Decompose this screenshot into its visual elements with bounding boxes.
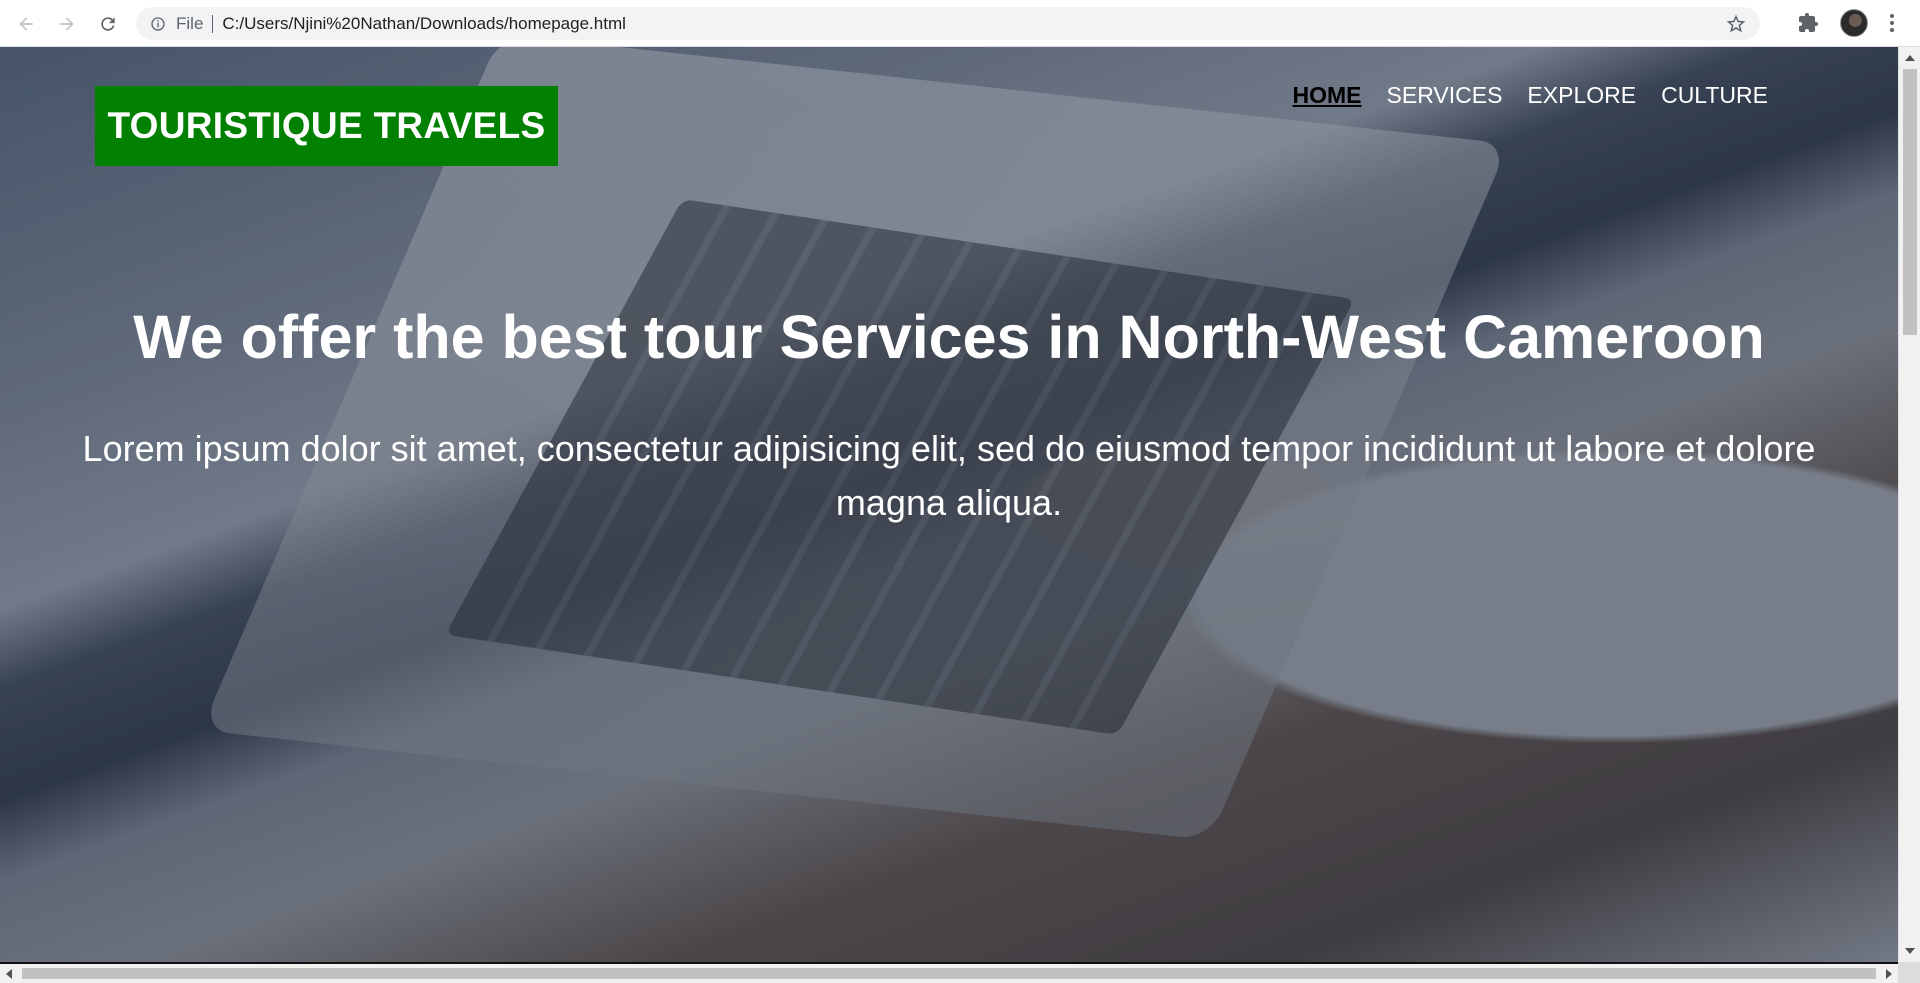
reload-button[interactable] [88, 4, 128, 44]
scroll-left-icon[interactable] [6, 969, 12, 979]
scroll-up-icon[interactable] [1905, 55, 1915, 61]
arrow-left-icon [19, 17, 33, 31]
hero-headline: We offer the best tour Services in North… [133, 303, 1765, 371]
site-logo[interactable]: TOURISTIQUE TRAVELS [95, 86, 558, 166]
forward-button[interactable] [47, 4, 87, 44]
info-icon[interactable] [150, 16, 166, 32]
url-text[interactable]: C:/Users/Njini%20Nathan/Downloads/homepa… [222, 14, 625, 34]
browser-toolbar: File C:/Users/Njini%20Nathan/Downloads/h… [0, 0, 1920, 47]
main-nav: HOME SERVICES EXPLORE CULTURE [1293, 82, 1768, 109]
back-button[interactable] [6, 4, 46, 44]
nav-explore[interactable]: EXPLORE [1527, 82, 1636, 109]
vertical-scrollbar[interactable] [1898, 47, 1920, 962]
scrollbar-corner [1898, 962, 1920, 983]
address-bar[interactable]: File C:/Users/Njini%20Nathan/Downloads/h… [136, 7, 1760, 40]
url-scheme: File [176, 13, 204, 33]
star-icon[interactable] [1726, 14, 1746, 39]
url-divider [212, 14, 214, 33]
kebab-menu-icon[interactable] [1882, 11, 1902, 35]
arrow-right-icon [60, 17, 74, 31]
horizontal-scrollbar[interactable] [0, 962, 1898, 983]
puzzle-icon[interactable] [1796, 11, 1820, 35]
scroll-down-icon[interactable] [1905, 948, 1915, 954]
web-page: TOURISTIQUE TRAVELS HOME SERVICES EXPLOR… [0, 47, 1898, 962]
nav-culture[interactable]: CULTURE [1661, 82, 1768, 109]
profile-avatar[interactable] [1840, 9, 1868, 37]
horizontal-scroll-thumb[interactable] [22, 968, 1876, 979]
hero-subtext: Lorem ipsum dolor sit amet, consectetur … [82, 428, 1816, 523]
nav-services[interactable]: SERVICES [1387, 82, 1503, 109]
reload-icon [101, 17, 115, 31]
scroll-right-icon[interactable] [1886, 969, 1892, 979]
vertical-scroll-thumb[interactable] [1903, 69, 1917, 335]
nav-home[interactable]: HOME [1293, 82, 1362, 109]
